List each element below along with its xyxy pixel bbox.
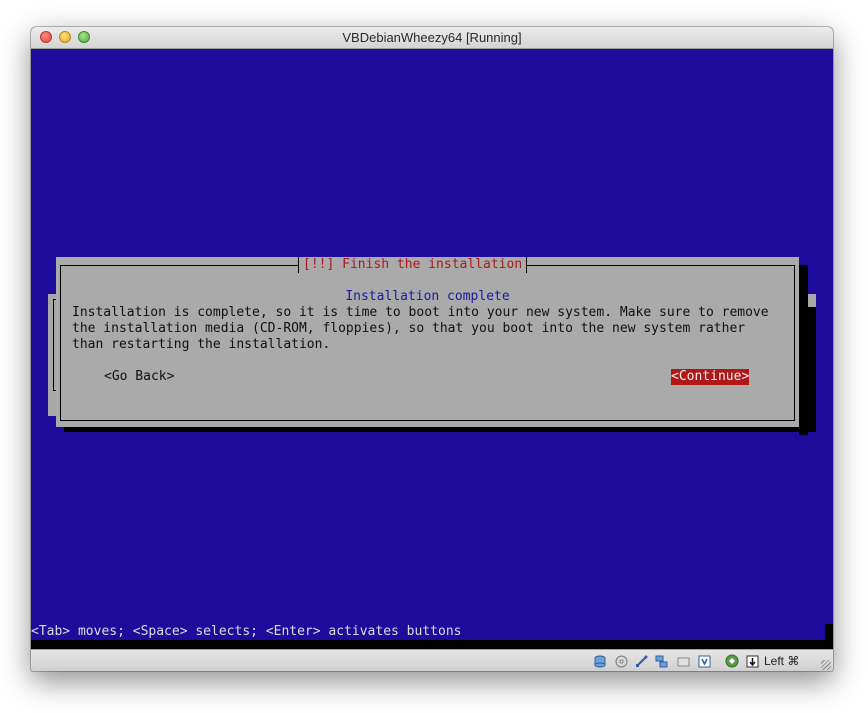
go-back-button[interactable]: <Go Back>	[104, 369, 174, 385]
keyboard-hint-bar: <Tab> moves; <Space> selects; <Enter> ac…	[31, 624, 833, 640]
vm-status-bar: Left ⌘	[31, 649, 833, 671]
dialog-heading: Installation complete	[345, 289, 510, 304]
dialog-title: [!!] Finish the installation	[298, 257, 528, 273]
vm-screen[interactable]: [!!] Finish the installation Installatio…	[31, 49, 833, 649]
virtualbox-window: VBDebianWheezy64 [Running] [!!] Finish t…	[31, 27, 833, 671]
dialog-message: Installation is complete, so it is time …	[72, 305, 769, 352]
optical-drive-icon[interactable]	[614, 654, 628, 668]
hint-bar-end-block	[825, 624, 833, 640]
hard-disk-icon[interactable]	[593, 654, 607, 668]
usb-icon[interactable]	[634, 654, 648, 668]
display-icon[interactable]	[697, 654, 711, 668]
host-key-indicator[interactable]: Left ⌘	[764, 654, 799, 668]
screen-bottom-strip	[31, 640, 833, 649]
window-titlebar[interactable]: VBDebianWheezy64 [Running]	[31, 27, 833, 49]
dialog-shadow	[799, 265, 808, 435]
network-icon[interactable]	[654, 654, 668, 668]
mouse-integration-icon[interactable]	[745, 654, 759, 668]
continue-button[interactable]: <Continue>	[671, 369, 750, 385]
background-dialog-shadow-side	[808, 307, 816, 432]
shared-folders-icon[interactable]	[676, 654, 690, 668]
video-capture-icon[interactable]	[725, 654, 739, 668]
resize-grip-icon[interactable]	[821, 660, 831, 670]
finish-installation-dialog: [!!] Finish the installation Installatio…	[56, 257, 799, 427]
window-title: VBDebianWheezy64 [Running]	[342, 30, 522, 45]
